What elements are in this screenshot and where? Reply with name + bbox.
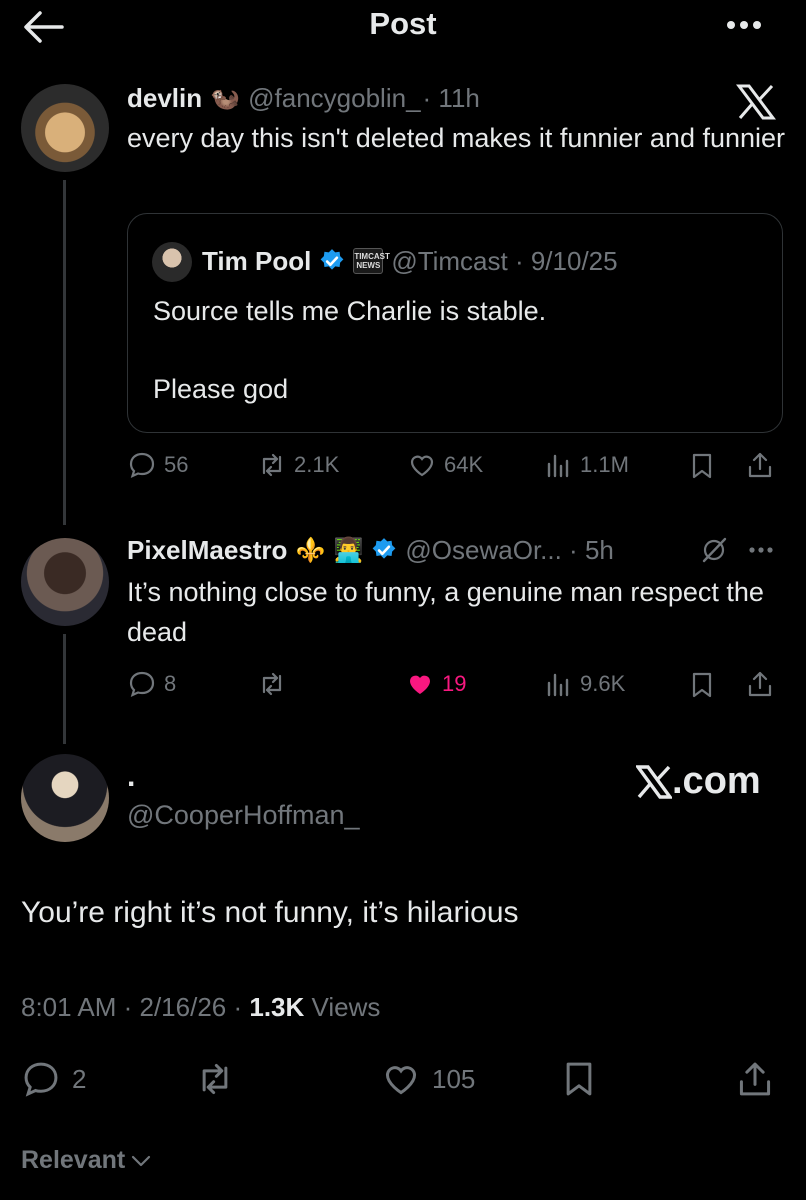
verified-icon <box>371 537 397 563</box>
handle[interactable]: @OsewaOr... · 5h <box>405 535 613 566</box>
share-button[interactable] <box>736 1060 774 1098</box>
like-count: 64K <box>444 452 484 477</box>
reply-count: 56 <box>164 452 189 477</box>
name-emoji: 👨‍💻 <box>333 536 364 564</box>
display-name[interactable]: PixelMaestro <box>127 535 287 566</box>
handle[interactable]: @fancygoblin_ <box>248 83 420 114</box>
affiliate-badge: TIMCAST NEWS <box>353 248 390 274</box>
like-icon <box>385 1066 417 1095</box>
chevron-down-icon <box>132 1155 151 1166</box>
reply-header: devlin 🦦 @fancygoblin_ · 11h <box>127 80 480 116</box>
avatar[interactable] <box>21 538 109 626</box>
views-count: 9.6K <box>580 671 626 696</box>
grok-icon[interactable] <box>700 536 728 564</box>
x-logo-icon <box>736 84 776 120</box>
badge-text: NEWS <box>356 261 381 270</box>
sort-dropdown[interactable]: Relevant <box>21 1146 151 1175</box>
views-icon <box>547 673 569 697</box>
views-count: 1.1M <box>580 452 629 477</box>
post-meta: 8:01 AM · 2/16/26 · 1.3K Views <box>21 992 380 1023</box>
repost-icon <box>262 453 282 477</box>
share-icon[interactable] <box>746 451 774 479</box>
views-label: Views <box>304 992 381 1022</box>
post-text: You’re right it’s not funny, it’s hilari… <box>21 896 519 929</box>
x-com-watermark: .com <box>636 760 761 803</box>
bookmark-button[interactable] <box>560 1060 598 1098</box>
avatar[interactable] <box>21 84 109 172</box>
thread-line <box>63 180 66 525</box>
x-logo-icon <box>636 764 672 799</box>
share-icon[interactable] <box>746 670 774 698</box>
thread-line <box>63 634 66 744</box>
reply-icon <box>129 452 155 479</box>
more-icon[interactable] <box>746 538 776 562</box>
repost-button[interactable]: 2.1K <box>258 451 339 479</box>
post-time[interactable]: 8:01 AM · 2/16/26 · <box>21 992 249 1022</box>
views-button[interactable]: 9.6K <box>544 670 625 698</box>
reply-count: 2 <box>72 1063 87 1094</box>
bookmark-icon <box>566 1062 592 1096</box>
brand-text: .com <box>672 760 761 802</box>
quote-text: Source tells me Charlie is stable. Pleas… <box>153 292 753 409</box>
like-icon <box>410 675 430 694</box>
reply-button[interactable]: 56 <box>128 451 188 479</box>
display-name[interactable]: devlin <box>127 83 202 114</box>
repost-icon <box>262 672 282 696</box>
like-button[interactable]: 19 <box>406 670 466 698</box>
badge-text: TIMCAST <box>354 252 390 261</box>
quote-line: Please god <box>153 374 289 404</box>
quote-header: Tim Pool TIMCAST NEWS @Timcast · 9/10/25 <box>202 243 618 279</box>
avatar <box>152 242 192 282</box>
name-emoji: ⚜️ <box>295 536 326 564</box>
views-button[interactable]: 1.1M <box>544 451 629 479</box>
like-button[interactable]: 64K <box>408 451 483 479</box>
views-count: 1.3K <box>249 992 305 1022</box>
repost-icon <box>202 1063 228 1095</box>
more-icon[interactable] <box>722 10 766 40</box>
views-icon <box>547 454 569 478</box>
handle: @Timcast · 9/10/25 <box>391 245 618 276</box>
reply-text: every day this isn't deleted makes it fu… <box>127 123 786 153</box>
page-title: Post <box>369 6 437 41</box>
reply-icon <box>24 1062 58 1097</box>
bookmark-icon[interactable] <box>688 452 716 480</box>
reply-button[interactable]: 2 <box>22 1060 86 1098</box>
avatar[interactable] <box>21 754 109 842</box>
display-name: Tim Pool <box>202 245 312 276</box>
display-name[interactable]: . <box>127 760 135 794</box>
quote-line: Source tells me Charlie is stable. <box>153 296 547 326</box>
share-icon <box>739 1062 771 1096</box>
verified-icon <box>319 248 345 274</box>
reply-icon <box>129 671 155 698</box>
sort-label: Relevant <box>21 1146 126 1174</box>
timestamp[interactable]: · 11h <box>423 83 480 114</box>
like-count: 19 <box>442 671 467 696</box>
like-count: 105 <box>432 1063 476 1094</box>
handle[interactable]: @CooperHoffman_ <box>127 800 360 831</box>
reply-count: 8 <box>164 671 177 696</box>
reply-text: It’s nothing close to funny, a genuine m… <box>127 577 764 647</box>
repost-count: 2.1K <box>294 452 340 477</box>
bookmark-icon[interactable] <box>688 671 716 699</box>
reply-header: PixelMaestro ⚜️ 👨‍💻 @OsewaOr... · 5h <box>127 532 614 568</box>
reply-button[interactable]: 8 <box>128 670 176 698</box>
repost-button[interactable] <box>196 1060 234 1098</box>
name-emoji: 🦦 <box>210 84 241 112</box>
repost-button[interactable] <box>258 670 286 698</box>
like-icon <box>410 455 434 477</box>
like-button[interactable]: 105 <box>382 1060 475 1098</box>
